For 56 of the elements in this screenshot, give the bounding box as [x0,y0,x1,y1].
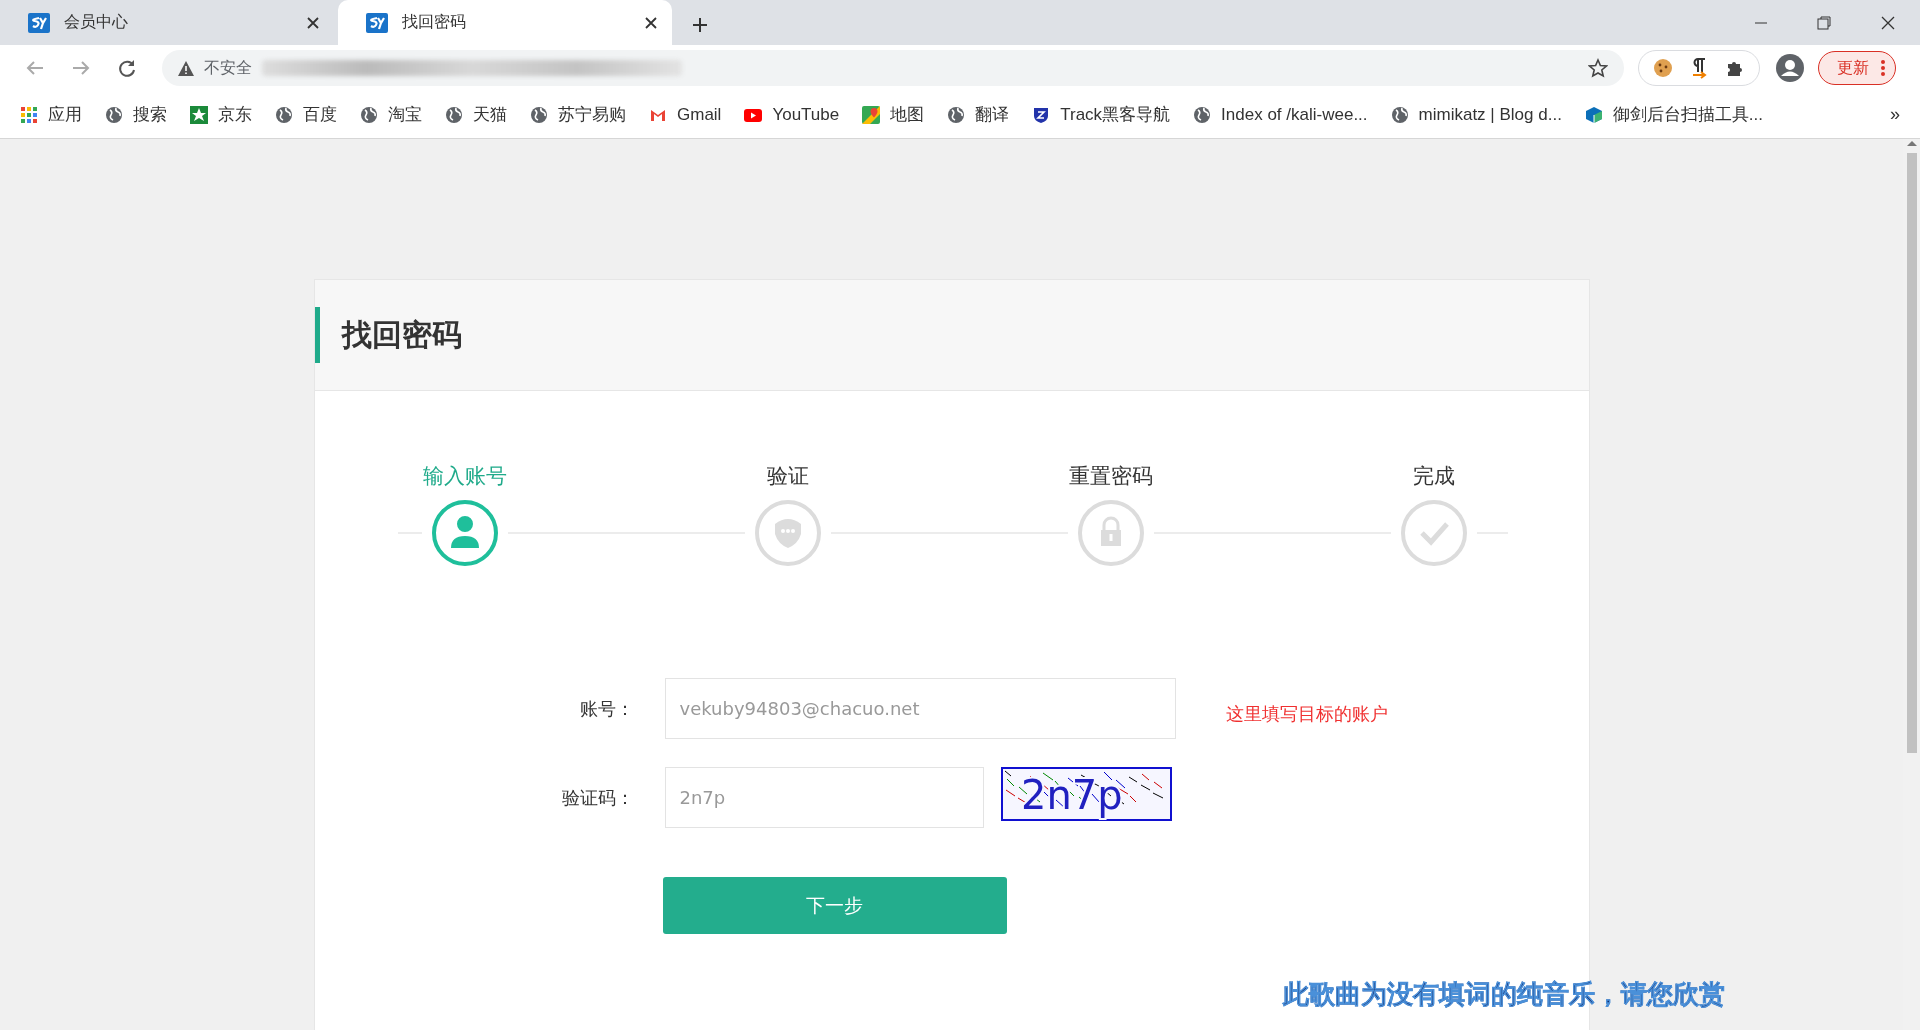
address-bar[interactable]: 不安全 [162,50,1624,86]
globe-icon [530,105,548,124]
close-icon[interactable] [306,15,320,30]
globe-icon [105,105,123,124]
bookmark[interactable]: 翻译 [947,103,1010,126]
bookmark[interactable]: Track黑客导航 [1032,103,1171,126]
map-pin-icon [862,105,881,124]
cube-icon [1584,105,1603,124]
reload-icon[interactable] [117,58,137,78]
bookmark[interactable]: 苏宁易购 [530,103,626,126]
bookmark[interactable]: mimikatz | Blog d... [1390,104,1562,125]
apps-grid-icon [20,105,38,124]
bookmark[interactable]: 应用 [20,103,82,126]
globe-icon [445,105,463,124]
globe-icon [1193,105,1212,124]
hint-text: 这里填写目标的账户 [1225,702,1388,726]
globe-icon [360,105,378,124]
globe-icon [275,105,293,124]
bookmark[interactable]: 搜索 [105,103,167,126]
field-label: 账号： [579,697,634,721]
bookmark[interactable]: YouTube [744,104,840,125]
bookmark[interactable]: Index of /kali-wee... [1193,104,1368,125]
restore-icon[interactable] [1817,15,1831,30]
shield-icon [1032,105,1051,124]
star-badge-icon [190,105,208,124]
bookmark[interactable]: Gmail [649,104,722,125]
security-label: 不安全 [204,57,252,78]
bookmark[interactable]: 御剑后台扫描工具... [1584,103,1764,126]
panel-title: 找回密码 [341,316,462,353]
new-tab-icon[interactable] [692,17,708,33]
bookmark[interactable]: 天猫 [445,103,507,126]
globe-icon [947,105,966,124]
update-button[interactable]: 更新 [1818,51,1896,85]
field-label: 验证码： [561,786,634,810]
step-label: 重置密码 [1069,463,1153,489]
close-icon[interactable] [1881,15,1895,30]
cookie-icon[interactable] [1653,58,1673,78]
browser-tab[interactable]: 找回密码 [338,0,672,45]
bookmark-star-icon[interactable] [1588,58,1608,78]
browser-tab[interactable]: 会员中心 [0,0,334,45]
profile-avatar-icon[interactable] [1776,54,1804,82]
close-icon[interactable] [644,15,658,30]
step-label: 完成 [1413,463,1455,489]
overlay-caption: 此歌曲为没有填词的纯音乐，请您欣赏 [1283,978,1725,1011]
bookmark[interactable]: 百度 [275,103,337,126]
more-bookmarks-button[interactable]: » [1890,104,1900,125]
more-icon [1881,60,1885,76]
bookmark[interactable]: 京东 [190,103,252,126]
step-label: 输入账号 [423,463,507,489]
site-logo-icon [366,12,388,33]
globe-icon [1390,105,1409,124]
bookmark[interactable]: 淘宝 [360,103,422,126]
site-logo-icon [28,12,50,33]
step-label: 验证 [767,463,809,489]
bookmark[interactable]: 地图 [862,103,925,126]
warning-icon [178,60,194,76]
